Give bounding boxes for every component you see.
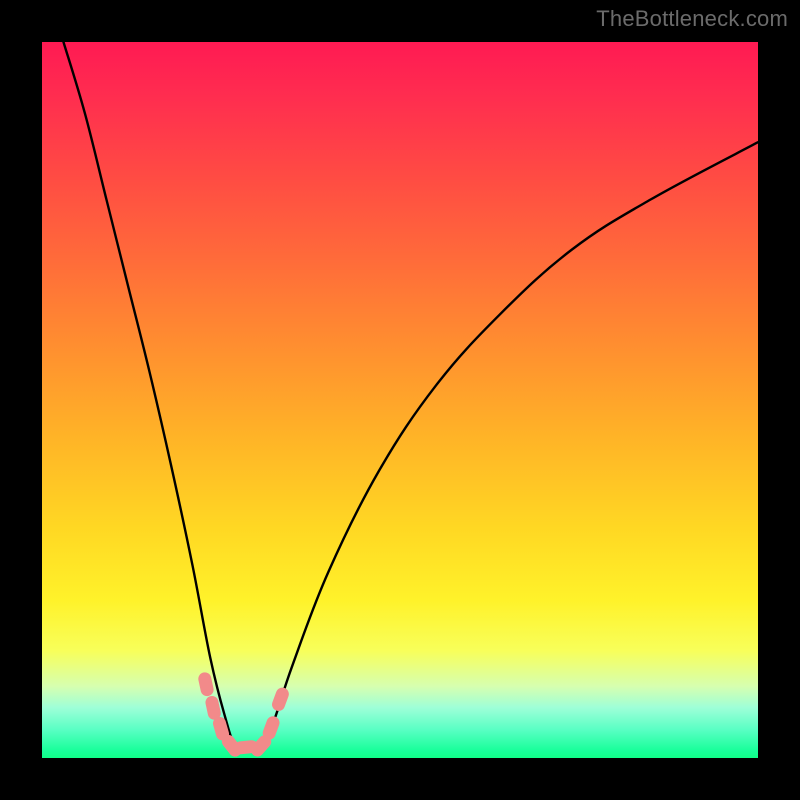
bottleneck-curve (63, 42, 758, 749)
curve-layer (42, 42, 758, 758)
curve-marker (270, 686, 291, 713)
chart-frame: TheBottleneck.com (0, 0, 800, 800)
curve-marker (197, 671, 215, 697)
plot-area (42, 42, 758, 758)
watermark-text: TheBottleneck.com (596, 6, 788, 32)
